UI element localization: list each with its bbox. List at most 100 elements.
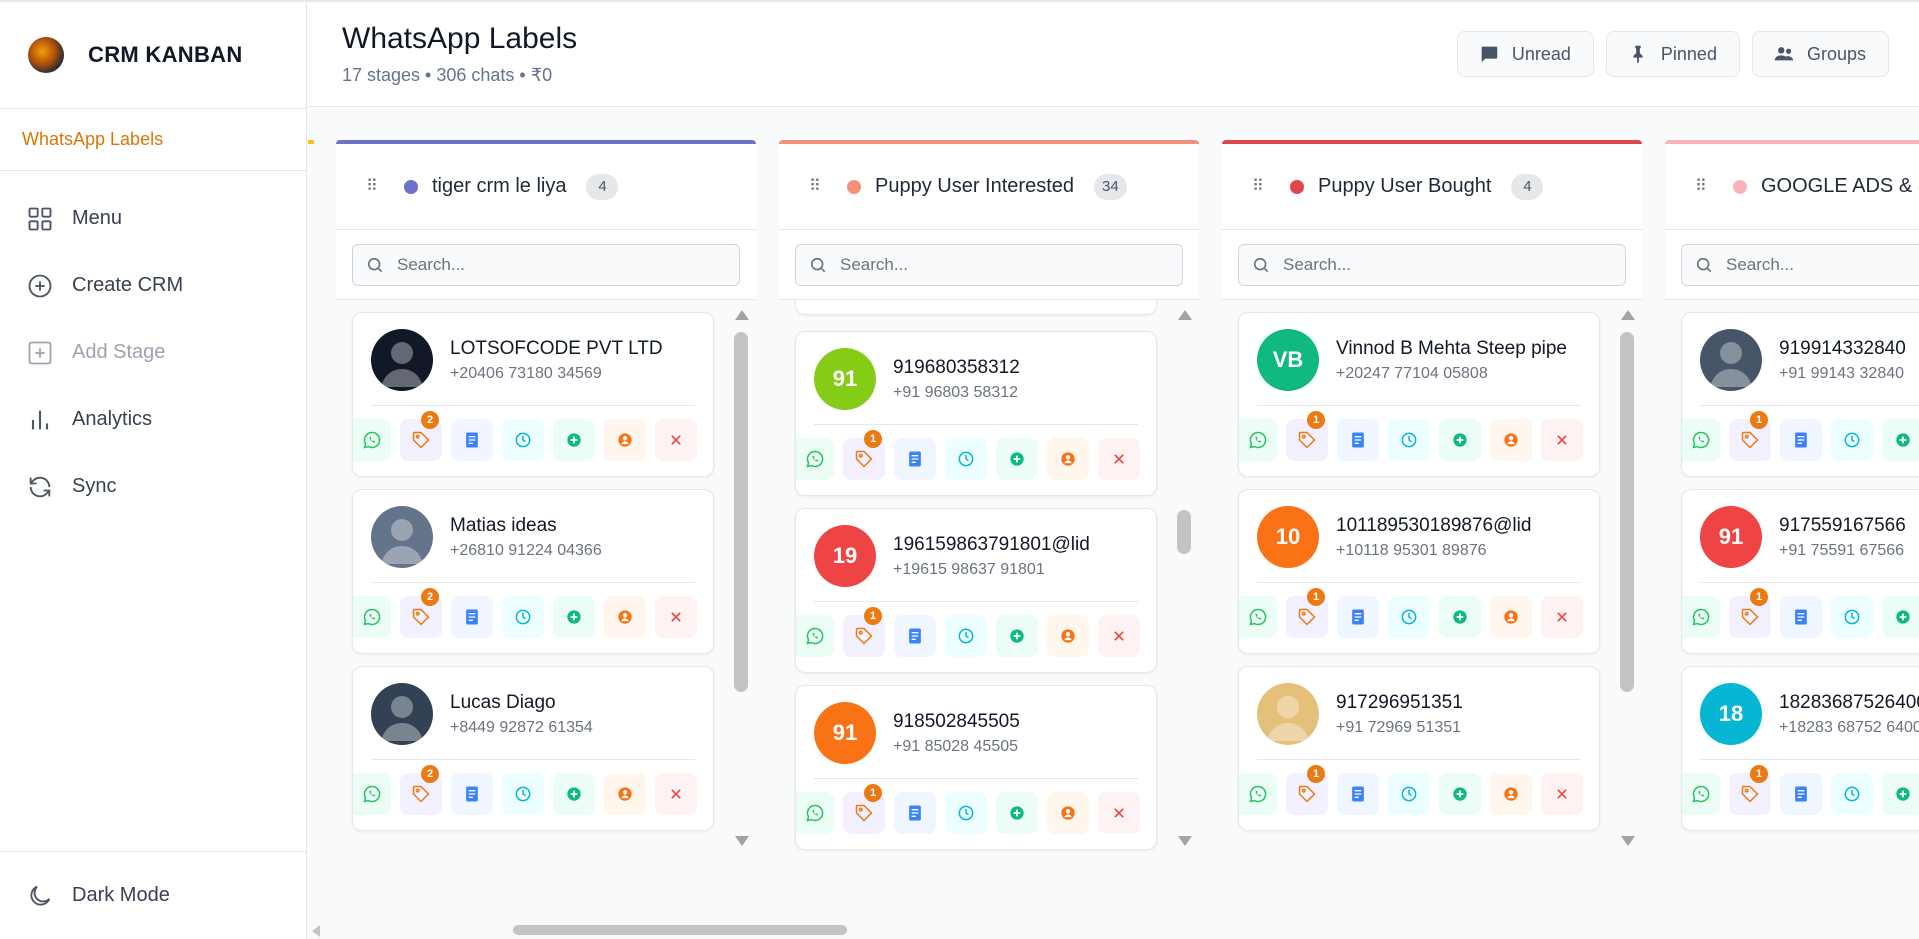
reminder-button[interactable] — [1388, 596, 1430, 638]
notes-button[interactable] — [451, 773, 493, 815]
assign-button[interactable] — [1490, 773, 1532, 815]
vertical-scrollbar-thumb[interactable] — [1620, 332, 1634, 692]
pinned-filter-button[interactable]: Pinned — [1605, 31, 1740, 77]
sidebar-item-sync[interactable]: Sync — [0, 453, 306, 520]
reminder-button[interactable] — [1388, 773, 1430, 815]
whatsapp-button[interactable] — [1682, 596, 1720, 638]
contact-card[interactable]: Matias ideas +26810 91224 04366 2 — [352, 489, 714, 654]
whatsapp-button[interactable] — [353, 596, 391, 638]
vertical-scrollbar[interactable] — [1177, 310, 1192, 846]
remove-button[interactable] — [655, 596, 697, 638]
whatsapp-button[interactable] — [353, 419, 391, 461]
assign-button[interactable] — [1047, 438, 1089, 480]
tag-button[interactable]: 1 — [843, 784, 885, 834]
reminder-button[interactable] — [502, 419, 544, 461]
assign-button[interactable] — [1047, 615, 1089, 657]
contact-card[interactable]: 91 918502845505 +91 85028 45505 1 — [795, 685, 1157, 850]
drag-handle-icon[interactable]: ⠿ — [809, 178, 823, 196]
add-button[interactable] — [996, 615, 1038, 657]
remove-button[interactable] — [1098, 438, 1140, 480]
whatsapp-button[interactable] — [1239, 773, 1277, 815]
notes-button[interactable] — [894, 438, 936, 480]
contact-card[interactable]: 91 919680358312 +91 96803 58312 1 — [795, 331, 1157, 496]
scroll-up-arrow[interactable] — [735, 310, 749, 320]
assign-button[interactable] — [1047, 792, 1089, 834]
whatsapp-button[interactable] — [1682, 773, 1720, 815]
sidebar-item-create-crm[interactable]: Create CRM — [0, 252, 306, 319]
contact-card[interactable]: 18 182836875264006 +18283 68752 64006 1 — [1681, 666, 1919, 831]
notes-button[interactable] — [451, 419, 493, 461]
drag-handle-icon[interactable]: ⠿ — [1252, 178, 1266, 196]
scroll-down-arrow[interactable] — [735, 836, 749, 846]
notes-button[interactable] — [1337, 773, 1379, 815]
add-button[interactable] — [996, 792, 1038, 834]
whatsapp-button[interactable] — [796, 792, 834, 834]
add-button[interactable] — [553, 419, 595, 461]
whatsapp-button[interactable] — [1239, 596, 1277, 638]
assign-button[interactable] — [604, 596, 646, 638]
search-input[interactable] — [840, 255, 1160, 275]
reminder-button[interactable] — [1831, 596, 1873, 638]
vertical-scrollbar[interactable] — [734, 310, 749, 846]
add-button[interactable] — [1439, 596, 1481, 638]
scroll-down-arrow[interactable] — [1178, 836, 1192, 846]
contact-card[interactable]: 91 917559167566 +91 75591 67566 1 — [1681, 489, 1919, 654]
remove-button[interactable] — [1541, 596, 1583, 638]
reminder-button[interactable] — [502, 596, 544, 638]
sidebar-item-add-stage[interactable]: Add Stage — [0, 319, 306, 386]
tag-button[interactable]: 1 — [1286, 588, 1328, 638]
notes-button[interactable] — [894, 792, 936, 834]
contact-card[interactable]: 919914332840 +91 99143 32840 1 — [1681, 312, 1919, 477]
sidebar-active-whatsapp-labels[interactable]: WhatsApp Labels — [0, 109, 306, 171]
sidebar-item-menu[interactable]: Menu — [0, 185, 306, 252]
search-input[interactable] — [397, 255, 717, 275]
add-button[interactable] — [1882, 596, 1919, 638]
column-header[interactable]: ⠿ GOOGLE ADS & SE — [1665, 140, 1919, 230]
tag-button[interactable]: 1 — [1729, 411, 1771, 461]
contact-card[interactable]: VB Vinnod B Mehta Steep pipe +20247 7710… — [1238, 312, 1600, 477]
groups-filter-button[interactable]: Groups — [1751, 31, 1889, 77]
notes-button[interactable] — [1780, 773, 1822, 815]
tag-button[interactable]: 1 — [1286, 765, 1328, 815]
add-button[interactable] — [1439, 419, 1481, 461]
reminder-button[interactable] — [945, 438, 987, 480]
reminder-button[interactable] — [945, 615, 987, 657]
scroll-left-arrow[interactable] — [312, 925, 320, 937]
tag-button[interactable]: 1 — [843, 607, 885, 657]
tag-button[interactable]: 1 — [1286, 411, 1328, 461]
tag-button[interactable]: 2 — [400, 765, 442, 815]
reminder-button[interactable] — [1831, 773, 1873, 815]
remove-button[interactable] — [1098, 792, 1140, 834]
remove-button[interactable] — [655, 419, 697, 461]
tag-button[interactable]: 1 — [1729, 765, 1771, 815]
tag-button[interactable]: 2 — [400, 588, 442, 638]
scroll-up-arrow[interactable] — [1621, 310, 1635, 320]
tag-button[interactable]: 1 — [1729, 588, 1771, 638]
add-button[interactable] — [1439, 773, 1481, 815]
notes-button[interactable] — [1337, 596, 1379, 638]
remove-button[interactable] — [655, 773, 697, 815]
reminder-button[interactable] — [945, 792, 987, 834]
contact-card[interactable]: 917296951351 +91 72969 51351 1 — [1238, 666, 1600, 831]
reminder-button[interactable] — [502, 773, 544, 815]
column-header[interactable]: ⠿ Puppy User Bought 4 — [1222, 140, 1642, 230]
add-button[interactable] — [553, 596, 595, 638]
contact-card[interactable]: LOTSOFCODE PVT LTD +20406 73180 34569 2 — [352, 312, 714, 477]
tag-button[interactable]: 2 — [400, 411, 442, 461]
whatsapp-button[interactable] — [1239, 419, 1277, 461]
dark-mode-toggle[interactable]: Dark Mode — [0, 851, 306, 939]
vertical-scrollbar[interactable] — [1620, 310, 1635, 846]
column-header[interactable]: ⠿ Puppy User Interested 34 — [779, 140, 1199, 230]
add-button[interactable] — [553, 773, 595, 815]
notes-button[interactable] — [1337, 419, 1379, 461]
horizontal-scrollbar[interactable] — [308, 921, 1919, 939]
scroll-up-arrow[interactable] — [1178, 310, 1192, 320]
scroll-down-arrow[interactable] — [1621, 836, 1635, 846]
search-input[interactable] — [1726, 255, 1919, 275]
unread-filter-button[interactable]: Unread — [1456, 31, 1594, 77]
whatsapp-button[interactable] — [353, 773, 391, 815]
notes-button[interactable] — [1780, 596, 1822, 638]
sidebar-item-analytics[interactable]: Analytics — [0, 386, 306, 453]
remove-button[interactable] — [1541, 773, 1583, 815]
whatsapp-button[interactable] — [796, 615, 834, 657]
